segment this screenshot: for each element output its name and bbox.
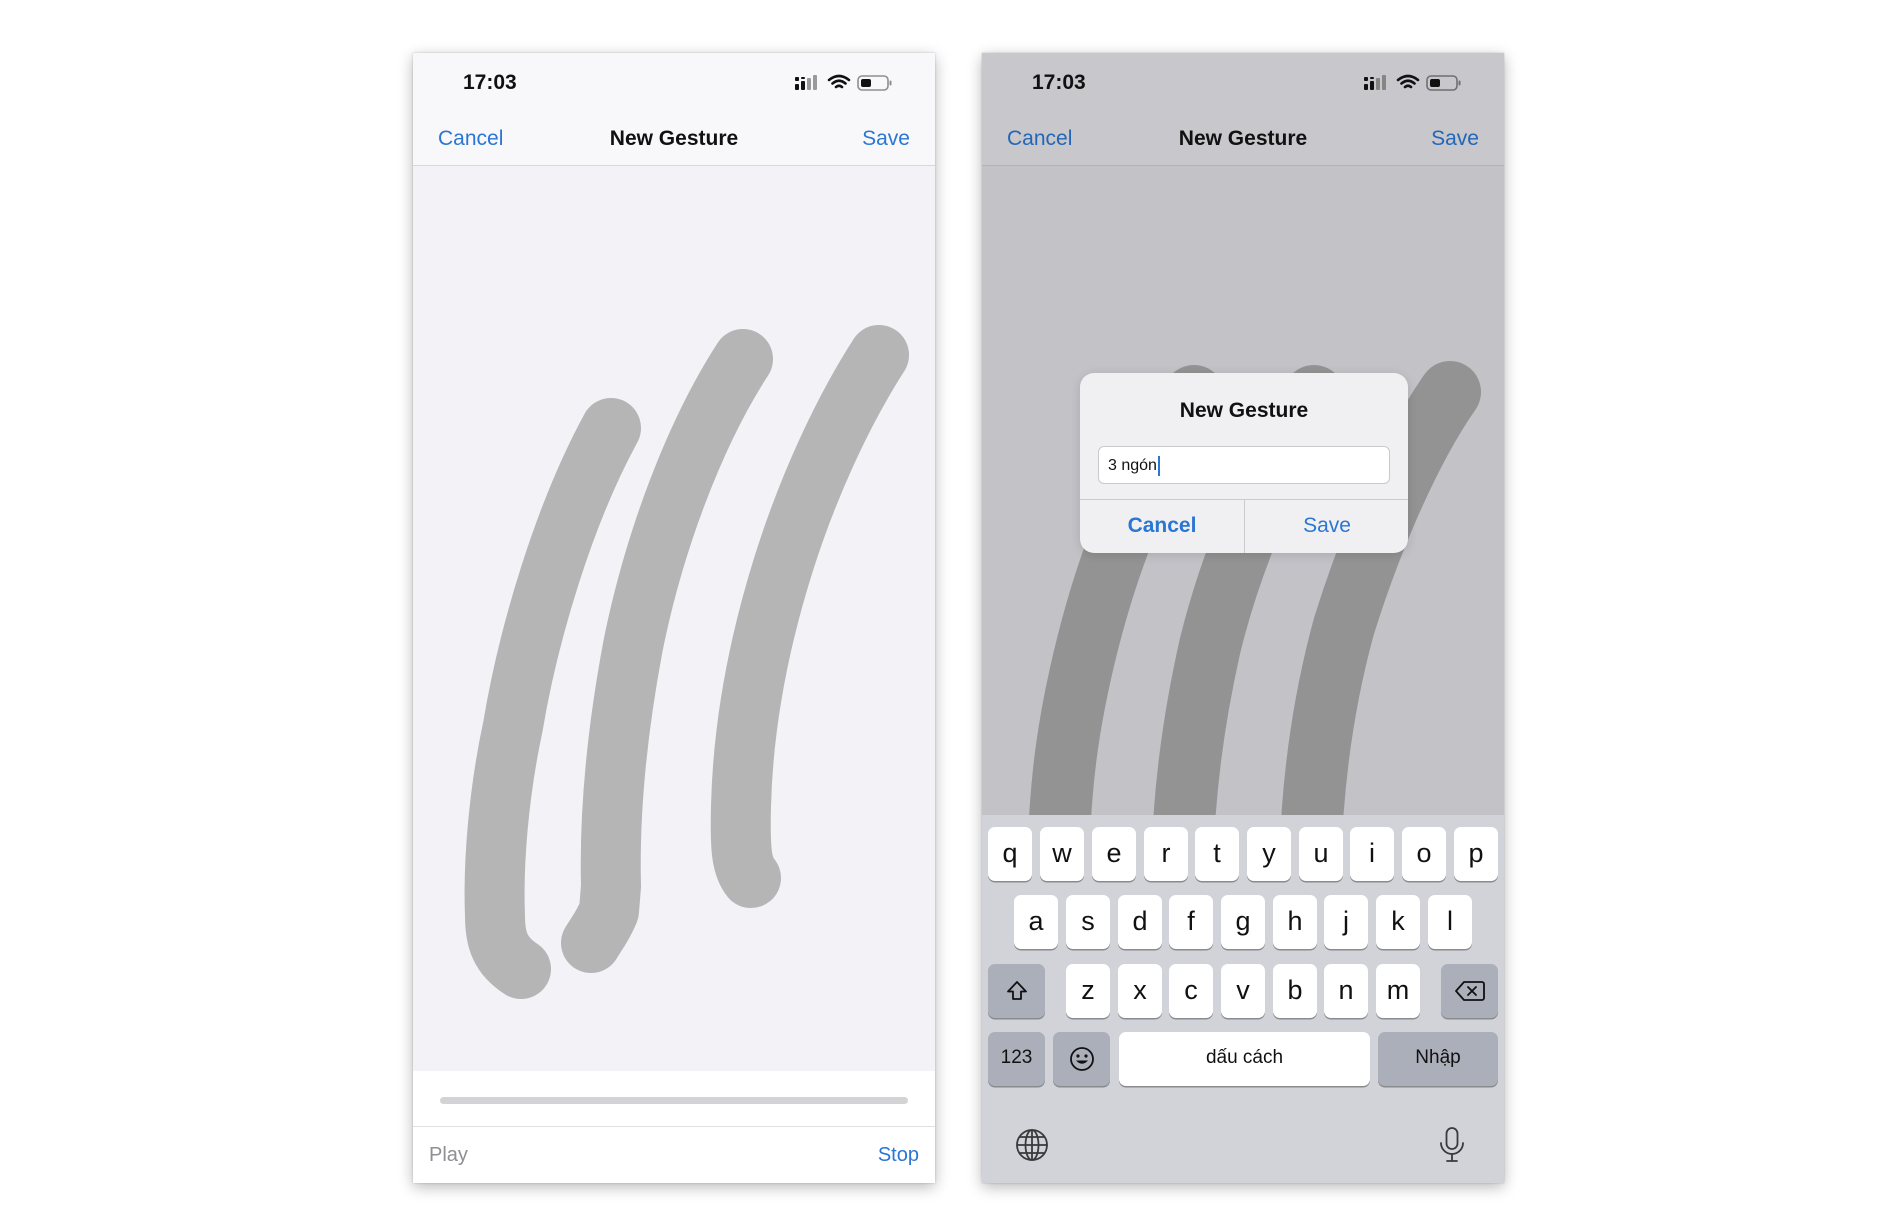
gesture-canvas[interactable] bbox=[413, 166, 935, 1071]
page-title: New Gesture bbox=[1178, 127, 1308, 150]
key-y[interactable]: y bbox=[1247, 827, 1291, 881]
key-l[interactable]: l bbox=[1428, 895, 1472, 949]
gesture-stroke-3 bbox=[710, 325, 909, 908]
key-o[interactable]: o bbox=[1402, 827, 1446, 881]
key-b[interactable]: b bbox=[1273, 964, 1317, 1018]
gesture-name-value: 3 ngón bbox=[1108, 457, 1157, 474]
key-u[interactable]: u bbox=[1299, 827, 1343, 881]
key-x[interactable]: x bbox=[1118, 964, 1162, 1018]
backspace-icon bbox=[1454, 981, 1485, 1001]
gesture-strokes bbox=[464, 325, 909, 999]
key-g[interactable]: g bbox=[1221, 895, 1265, 949]
key-w[interactable]: w bbox=[1040, 827, 1084, 881]
dialog-cancel-button[interactable]: Cancel bbox=[1080, 499, 1244, 553]
on-screen-keyboard: q w e r t y u i o p a s d f g h j k l z … bbox=[982, 815, 1504, 1183]
key-n[interactable]: n bbox=[1324, 964, 1368, 1018]
status-bar: 17:03 bbox=[413, 53, 935, 113]
save-button[interactable]: Save bbox=[1431, 127, 1479, 151]
save-button[interactable]: Save bbox=[862, 127, 910, 151]
playback-panel: Play Stop bbox=[413, 1071, 935, 1183]
key-z[interactable]: z bbox=[1066, 964, 1110, 1018]
key-e[interactable]: e bbox=[1092, 827, 1136, 881]
status-time: 17:03 bbox=[1032, 71, 1086, 94]
key-k[interactable]: k bbox=[1376, 895, 1420, 949]
text-caret bbox=[1157, 455, 1160, 476]
key-i[interactable]: i bbox=[1350, 827, 1394, 881]
key-h[interactable]: h bbox=[1273, 895, 1317, 949]
shift-arrow-icon bbox=[1006, 981, 1027, 1000]
wifi-icon bbox=[827, 74, 851, 89]
playback-progress-fill bbox=[440, 1097, 908, 1104]
battery-icon bbox=[1426, 75, 1461, 91]
key-c[interactable]: c bbox=[1169, 964, 1213, 1018]
playback-progress-bar[interactable] bbox=[440, 1097, 908, 1104]
key-v[interactable]: v bbox=[1221, 964, 1265, 1018]
space-key[interactable]: dấu cách bbox=[1119, 1032, 1370, 1086]
stop-button[interactable]: Stop bbox=[878, 1144, 919, 1167]
emoji-key[interactable] bbox=[1053, 1032, 1110, 1086]
status-icons bbox=[795, 74, 892, 91]
key-j[interactable]: j bbox=[1324, 895, 1368, 949]
globe-icon[interactable] bbox=[1015, 1128, 1049, 1162]
new-gesture-dialog: New Gesture 3 ngón Cancel Save bbox=[1080, 373, 1408, 553]
shift-key[interactable] bbox=[988, 964, 1045, 1018]
key-q[interactable]: q bbox=[988, 827, 1032, 881]
key-m[interactable]: m bbox=[1376, 964, 1420, 1018]
page-title: New Gesture bbox=[609, 127, 739, 150]
microphone-icon[interactable] bbox=[1437, 1126, 1467, 1164]
key-d[interactable]: d bbox=[1118, 895, 1162, 949]
wifi-icon bbox=[1396, 74, 1420, 89]
navigation-bar: Cancel New Gesture Save bbox=[982, 113, 1504, 166]
key-p[interactable]: p bbox=[1454, 827, 1498, 881]
battery-icon bbox=[857, 75, 892, 91]
key-r[interactable]: r bbox=[1144, 827, 1188, 881]
dialog-title: New Gesture bbox=[1179, 399, 1309, 422]
navigation-bar: Cancel New Gesture Save bbox=[413, 113, 935, 166]
cellular-signal-icon bbox=[795, 75, 817, 90]
delete-key[interactable] bbox=[1441, 964, 1498, 1018]
dialog-save-button[interactable]: Save bbox=[1245, 499, 1408, 553]
key-s[interactable]: s bbox=[1066, 895, 1110, 949]
gesture-recording-screen: 17:03 Cancel New Gesture Save Play Stop bbox=[413, 53, 935, 1183]
key-a[interactable]: a bbox=[1014, 895, 1058, 949]
status-time: 17:03 bbox=[463, 71, 517, 94]
status-icons bbox=[1364, 74, 1461, 91]
status-bar: 17:03 bbox=[982, 53, 1504, 113]
cellular-signal-icon bbox=[1364, 75, 1386, 90]
return-key[interactable]: Nhập bbox=[1378, 1032, 1498, 1086]
gesture-name-screen: 17:03 Cancel New Gesture Save New Gestur… bbox=[982, 53, 1504, 1183]
emoji-icon bbox=[1069, 1047, 1094, 1071]
key-f[interactable]: f bbox=[1169, 895, 1213, 949]
numbers-key[interactable]: 123 bbox=[988, 1032, 1045, 1086]
gesture-name-input[interactable]: 3 ngón bbox=[1098, 446, 1390, 484]
playback-divider bbox=[413, 1126, 935, 1127]
play-button[interactable]: Play bbox=[429, 1144, 468, 1167]
key-t[interactable]: t bbox=[1195, 827, 1239, 881]
